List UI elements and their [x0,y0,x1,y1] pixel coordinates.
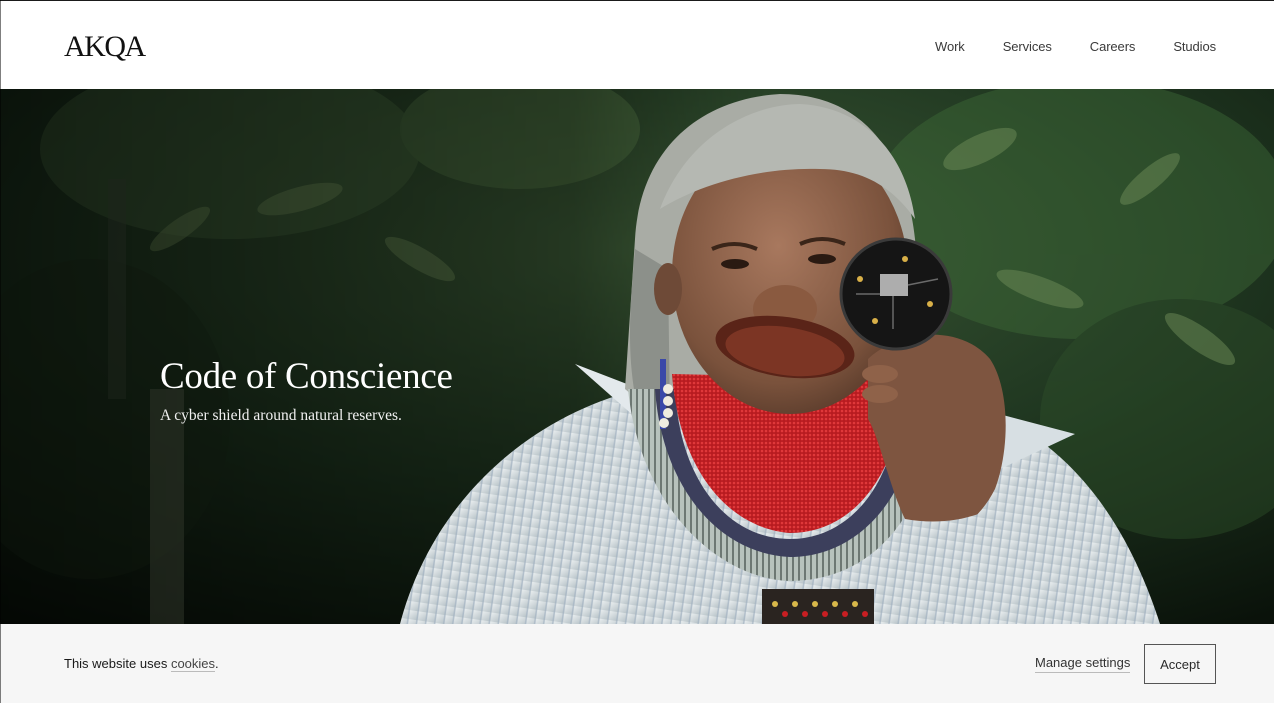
cookie-text-prefix: This website uses [64,656,171,671]
nav-services[interactable]: Services [1003,38,1052,56]
accept-button[interactable]: Accept [1144,644,1216,684]
hero-banner[interactable]: Code of Conscience A cyber shield around… [0,89,1274,624]
cookies-link[interactable]: cookies [170,656,216,672]
akqa-logo[interactable]: AKQA [64,31,146,63]
nav-careers[interactable]: Careers [1090,38,1136,56]
nav-studios[interactable]: Studios [1173,38,1216,56]
hero-subtitle: A cyber shield around natural reserves. [160,407,402,424]
hero-text-block: Code of Conscience A cyber shield around… [160,355,453,427]
hero-title[interactable]: Code of Conscience [160,355,453,399]
left-border [0,0,1,703]
site-header: AKQA Work Services Careers Studios [0,1,1274,89]
nav-work[interactable]: Work [935,38,965,56]
cookie-text-suffix: . [215,656,219,671]
cookie-message: This website uses cookies. [64,655,219,673]
cookie-banner: This website uses cookies. Manage settin… [0,624,1274,703]
main-nav: Work Services Careers Studios [935,38,1216,56]
manage-settings-link[interactable]: Manage settings [1035,654,1131,673]
